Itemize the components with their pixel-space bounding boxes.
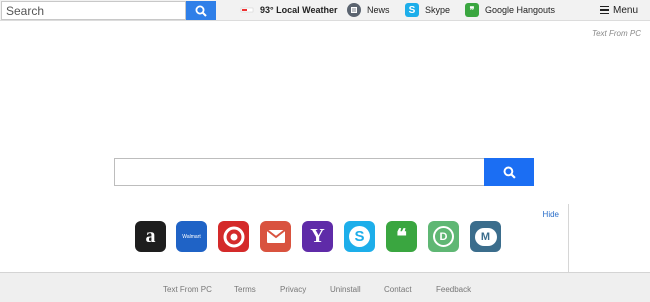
skype-link[interactable]: S Skype <box>405 2 450 18</box>
walmart-shortcut[interactable]: Walmart <box>176 221 207 252</box>
hide-link[interactable]: Hide <box>543 210 559 219</box>
app-shortcuts-panel: Hide a Walmart Y S ❝ D M <box>82 204 569 272</box>
textfrompc-shortcut[interactable]: M <box>470 221 501 252</box>
message-icon: M <box>474 227 497 246</box>
main-search-button[interactable] <box>484 158 534 186</box>
skype-app-icon: S <box>349 226 370 247</box>
footer-link-contact[interactable]: Contact <box>384 285 412 294</box>
hangouts-shortcut[interactable]: ❝ <box>386 221 417 252</box>
hamburger-icon <box>600 4 609 17</box>
amazon-shortcut[interactable]: a <box>135 221 166 252</box>
pushbullet-shortcut[interactable]: D <box>428 221 459 252</box>
top-toolbar: 93° Local Weather News S Skype ❞ Google … <box>0 0 650 21</box>
weather-link[interactable]: 93° Local Weather <box>240 2 337 18</box>
yahoo-icon: Y <box>310 225 325 247</box>
news-link[interactable]: News <box>347 2 390 18</box>
pushbullet-icon: D <box>433 226 454 247</box>
hangouts-app-icon: ❝ <box>396 226 407 248</box>
search-icon <box>503 166 516 179</box>
menu-button[interactable]: Menu <box>600 2 638 18</box>
footer: Text From PC Terms Privacy Uninstall Con… <box>0 272 650 302</box>
search-icon <box>195 5 207 17</box>
main-search-input[interactable] <box>114 158 484 186</box>
skype-icon: S <box>405 3 419 17</box>
yahoo-shortcut[interactable]: Y <box>302 221 333 252</box>
weather-label: 93° Local Weather <box>260 5 338 15</box>
toolbar-search-button[interactable] <box>186 1 216 20</box>
gmail-shortcut[interactable] <box>260 221 291 252</box>
footer-link-uninstall[interactable]: Uninstall <box>330 285 361 294</box>
mail-icon <box>265 229 286 243</box>
footer-link-privacy[interactable]: Privacy <box>280 285 306 294</box>
footer-link-feedback[interactable]: Feedback <box>436 285 471 294</box>
walmart-icon: Walmart <box>182 233 201 240</box>
hangouts-icon: ❞ <box>465 3 479 17</box>
weather-icon <box>240 3 254 17</box>
news-icon <box>347 3 361 17</box>
menu-label: Menu <box>613 4 639 16</box>
toolbar-search-input[interactable] <box>1 1 186 20</box>
footer-link-textfrompc[interactable]: Text From PC <box>163 285 212 294</box>
brand-label: Text From PC <box>591 29 641 38</box>
hangouts-link[interactable]: ❞ Google Hangouts <box>465 2 555 18</box>
target-icon <box>223 226 244 247</box>
hangouts-label: Google Hangouts <box>485 5 556 15</box>
skype-label: Skype <box>425 5 451 15</box>
amazon-icon: a <box>145 225 156 247</box>
skype-shortcut[interactable]: S <box>344 221 375 252</box>
footer-link-terms[interactable]: Terms <box>234 285 256 294</box>
news-label: News <box>367 5 390 15</box>
target-shortcut[interactable] <box>218 221 249 252</box>
